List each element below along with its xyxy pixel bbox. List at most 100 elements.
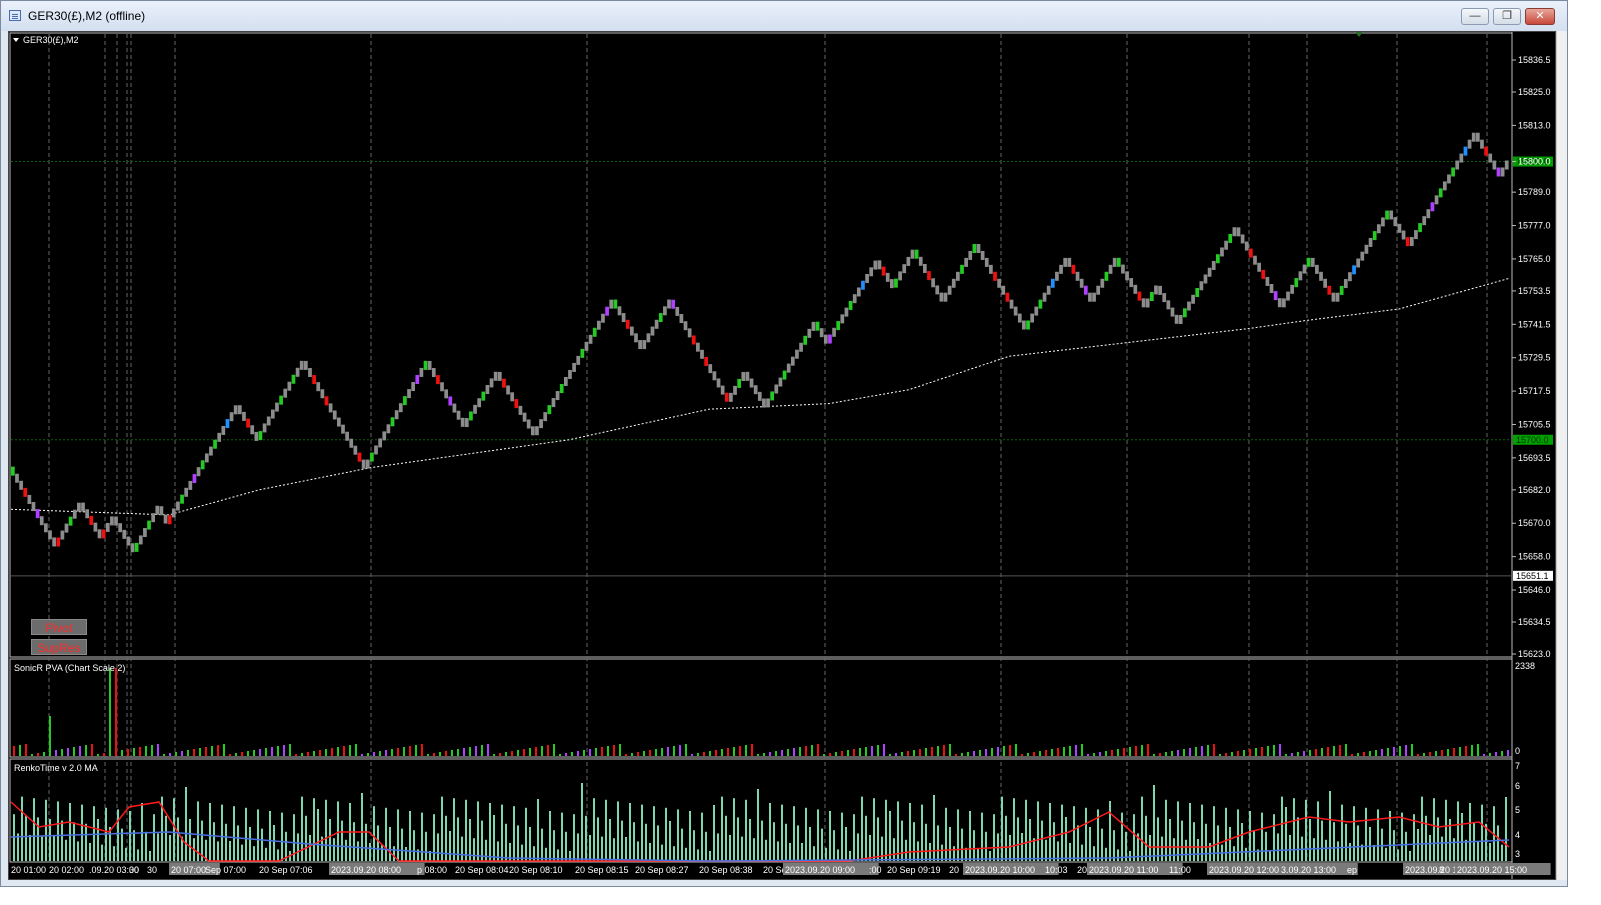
volume-bar: [1315, 749, 1317, 756]
volume-bar: [1063, 747, 1065, 756]
time-bar: [1401, 812, 1403, 861]
renko-brick: [1376, 224, 1381, 234]
time-bar: [957, 809, 959, 861]
renko-brick: [671, 299, 675, 309]
time-axis-label: 2023.09.20 11:00: [1089, 865, 1158, 875]
time-bar: [693, 830, 695, 861]
renko-brick: [291, 374, 296, 384]
volume-bar: [187, 750, 189, 756]
renko-brick: [1261, 269, 1266, 279]
time-bar: [621, 820, 623, 861]
time-bar: [173, 798, 175, 861]
time-bar: [553, 830, 555, 861]
time-bar: [781, 804, 783, 861]
volume-bar: [1039, 751, 1041, 756]
renko-brick: [138, 535, 143, 545]
supres-button[interactable]: SupRes: [31, 639, 87, 655]
renko-brick: [865, 274, 869, 284]
time-bar: [1457, 801, 1459, 861]
renko-brick: [155, 505, 160, 515]
renko-brick: [464, 418, 469, 428]
time-bar: [325, 799, 327, 861]
volume-bar: [571, 752, 573, 756]
renko-brick: [1282, 298, 1286, 308]
time-bar: [1113, 830, 1115, 861]
renko-brick: [143, 528, 147, 538]
volume-bar: [211, 746, 213, 756]
volume-bar: [817, 744, 819, 756]
volume-bar: [1159, 753, 1161, 756]
volume-bar: [499, 753, 501, 756]
vertical-scrollbar[interactable]: [1556, 31, 1567, 880]
time-bar: [53, 835, 55, 861]
volume-bar: [91, 744, 93, 756]
time-bar: [913, 822, 915, 861]
title-bar[interactable]: GER30(£),M2 (offline) — ❐ ✕: [1, 1, 1567, 31]
renko-brick: [762, 398, 766, 408]
renko-brick: [700, 349, 704, 359]
time-bar: [1105, 847, 1107, 861]
time-bar: [337, 801, 339, 861]
renko-brick: [539, 419, 543, 429]
vertical-grid: [48, 34, 1488, 861]
renko-brick: [1092, 292, 1096, 302]
time-bar: [1065, 817, 1067, 861]
volume-bar: [1339, 745, 1341, 756]
price-axis: 15836.5 15825.0 15813.0 15800.0 15789.0 15777…: [1512, 55, 1551, 659]
volume-bar: [277, 746, 279, 756]
volume-bar: [1447, 749, 1449, 756]
time-bar: [137, 849, 139, 861]
chart-menu-triangle-icon[interactable]: [13, 38, 19, 42]
renko-brick: [1030, 313, 1035, 323]
chart-area[interactable]: 15800.0 15700.0 15651.1 15836.5 15825.0 1581…: [8, 31, 1556, 880]
time-bar: [149, 851, 151, 861]
renko-brick: [1381, 217, 1385, 227]
time-bar: [733, 798, 735, 861]
time-red-line: [10, 801, 1510, 862]
renko-brick: [704, 356, 709, 366]
volume-bar: [1129, 747, 1131, 756]
time-bar: [461, 836, 463, 861]
volume-bar: [25, 744, 27, 756]
time-bar: [345, 839, 347, 861]
time-bar: [705, 831, 707, 861]
maximize-button[interactable]: ❐: [1493, 8, 1521, 25]
volume-bar: [829, 753, 831, 756]
minimize-button[interactable]: —: [1461, 8, 1489, 25]
volume-bar: [1495, 752, 1497, 756]
renko-brick: [786, 363, 791, 373]
volume-bar: [895, 753, 897, 756]
time-bar: [29, 835, 31, 861]
window-title: GER30(£),M2 (offline): [28, 9, 146, 23]
renko-brick: [52, 537, 56, 547]
time-axis-label: 20 Sep 08:38: [699, 865, 753, 875]
time-bar: [573, 814, 575, 861]
renko-brick: [894, 278, 898, 288]
renko-brick: [931, 278, 935, 288]
shift-marker-icon[interactable]: [1355, 32, 1363, 37]
renko-brick: [1302, 264, 1307, 274]
time-bar: [1385, 847, 1387, 861]
renko-brick: [729, 392, 733, 402]
renko-brick: [1170, 307, 1175, 317]
pivot-button[interactable]: Pivot: [31, 619, 87, 635]
volume-bar: [457, 749, 459, 756]
renko-brick: [1203, 274, 1208, 284]
time-bar: [405, 847, 407, 861]
renko-brick: [456, 410, 461, 420]
price-tick-label: 15717.5: [1518, 386, 1551, 396]
renko-brick: [576, 355, 581, 365]
renko-brick: [543, 412, 548, 422]
renko-brick: [1166, 300, 1171, 310]
renko-brick: [1475, 132, 1480, 142]
volume-bar: [1417, 754, 1419, 756]
renko-brick: [1438, 188, 1443, 198]
close-button[interactable]: ✕: [1525, 8, 1555, 25]
renko-brick: [497, 371, 502, 381]
volume-bar: [391, 749, 393, 756]
chart-canvas[interactable]: 15800.0 15700.0 15651.1 15836.5 15825.0 1581…: [9, 32, 1555, 879]
renko-brick: [510, 392, 515, 402]
volume-bar: [781, 750, 783, 756]
time-bar: [769, 803, 771, 861]
renko-brick: [605, 306, 609, 316]
